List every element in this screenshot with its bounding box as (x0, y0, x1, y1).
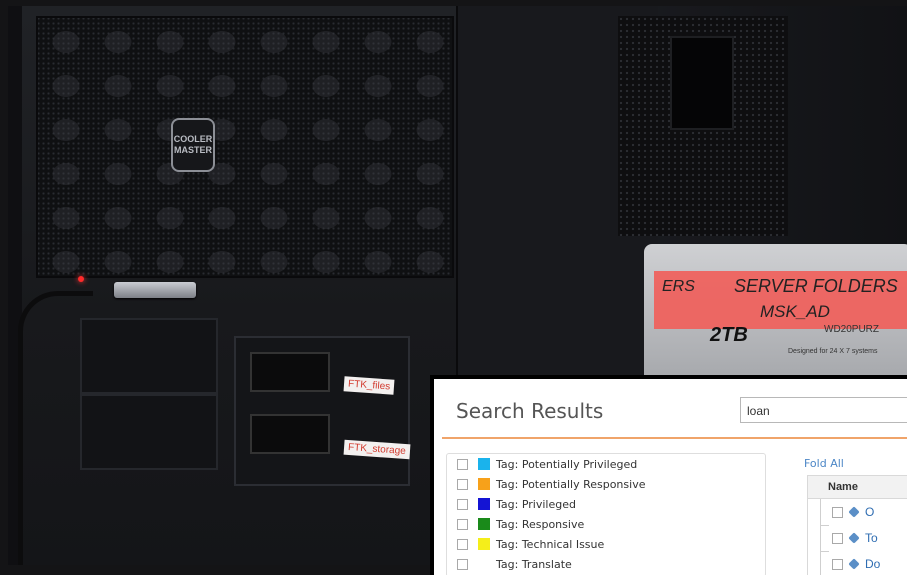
hot-swap-slot-2 (250, 414, 330, 454)
results-grid: Name O To Do (807, 475, 907, 575)
list-item[interactable]: Tag: Potentially Privileged (447, 454, 765, 474)
tree-line (820, 525, 829, 552)
hdd-tape-line-2: MSK_AD (760, 302, 830, 321)
usb-stick (114, 282, 196, 298)
checkbox[interactable] (457, 478, 468, 490)
hdd-badge: Designed for 24 X 7 systems (788, 348, 878, 355)
checkbox[interactable] (832, 506, 843, 518)
checkbox[interactable] (832, 558, 843, 570)
hdd-tape-line-1: SERVER FOLDERS (734, 276, 898, 296)
hdd-model: WD20PURZ (824, 324, 880, 335)
table-row[interactable]: O (808, 499, 907, 526)
row-label[interactable]: O (865, 505, 874, 519)
hex-pattern (36, 16, 454, 278)
tree-line (820, 551, 829, 575)
checkbox[interactable] (457, 458, 468, 470)
hdd-capacity: 2TB (710, 324, 748, 346)
list-item[interactable]: Tag: Privileged (447, 494, 765, 514)
search-results-panel: Search Results loan Tag: Potentially Pri… (430, 375, 907, 575)
tag-label: Tag: Technical Issue (496, 537, 605, 551)
tag-color-swatch (478, 518, 490, 530)
list-item[interactable]: Tag: Technical Issue (447, 534, 765, 554)
page-title: Search Results (456, 399, 604, 423)
case-window (670, 36, 734, 130)
document-icon (848, 532, 860, 544)
drive-bay-1 (80, 318, 218, 394)
logo-line-1: COOLER (173, 134, 213, 144)
brand-logo: COOLER MASTER (171, 118, 215, 172)
tag-color-swatch (478, 558, 490, 570)
table-row[interactable]: To (808, 525, 907, 552)
tag-color-swatch (478, 478, 490, 490)
fold-all-link[interactable]: Fold All (804, 457, 844, 470)
list-item[interactable]: Tag: Translate (447, 554, 765, 574)
checkbox[interactable] (457, 538, 468, 550)
tag-list: Tag: Potentially Privileged Tag: Potenti… (446, 453, 766, 575)
checkbox[interactable] (457, 498, 468, 510)
logo-line-2: MASTER (174, 145, 212, 155)
checkbox[interactable] (832, 532, 843, 544)
table-row[interactable]: Do (808, 551, 907, 575)
tag-color-swatch (478, 458, 490, 470)
tag-color-swatch (478, 498, 490, 510)
tree-line (820, 499, 829, 526)
checkbox[interactable] (457, 518, 468, 530)
search-input[interactable]: loan (740, 397, 907, 423)
divider (442, 437, 907, 439)
tag-label: Tag: Privileged (496, 497, 576, 511)
row-label[interactable]: To (865, 531, 878, 545)
column-header-name[interactable]: Name (808, 476, 907, 499)
tag-label: Tag: Potentially Responsive (496, 477, 646, 491)
tag-label: Tag: Potentially Privileged (496, 457, 638, 471)
document-icon (848, 558, 860, 570)
hot-swap-frame (234, 336, 410, 486)
tag-color-swatch (478, 538, 490, 550)
power-led (78, 276, 84, 282)
document-icon (848, 506, 860, 518)
list-item[interactable]: Tag: Responsive (447, 514, 765, 534)
row-label[interactable]: Do (865, 557, 880, 571)
list-item[interactable]: Tag: Potentially Responsive (447, 474, 765, 494)
tag-label: Tag: Translate (496, 557, 572, 571)
hot-swap-slot-1 (250, 352, 330, 392)
drive-bay-2 (80, 394, 218, 470)
checkbox[interactable] (457, 558, 468, 570)
hdd-tape-prefix: ERS (662, 278, 695, 295)
tag-label: Tag: Responsive (496, 517, 585, 531)
